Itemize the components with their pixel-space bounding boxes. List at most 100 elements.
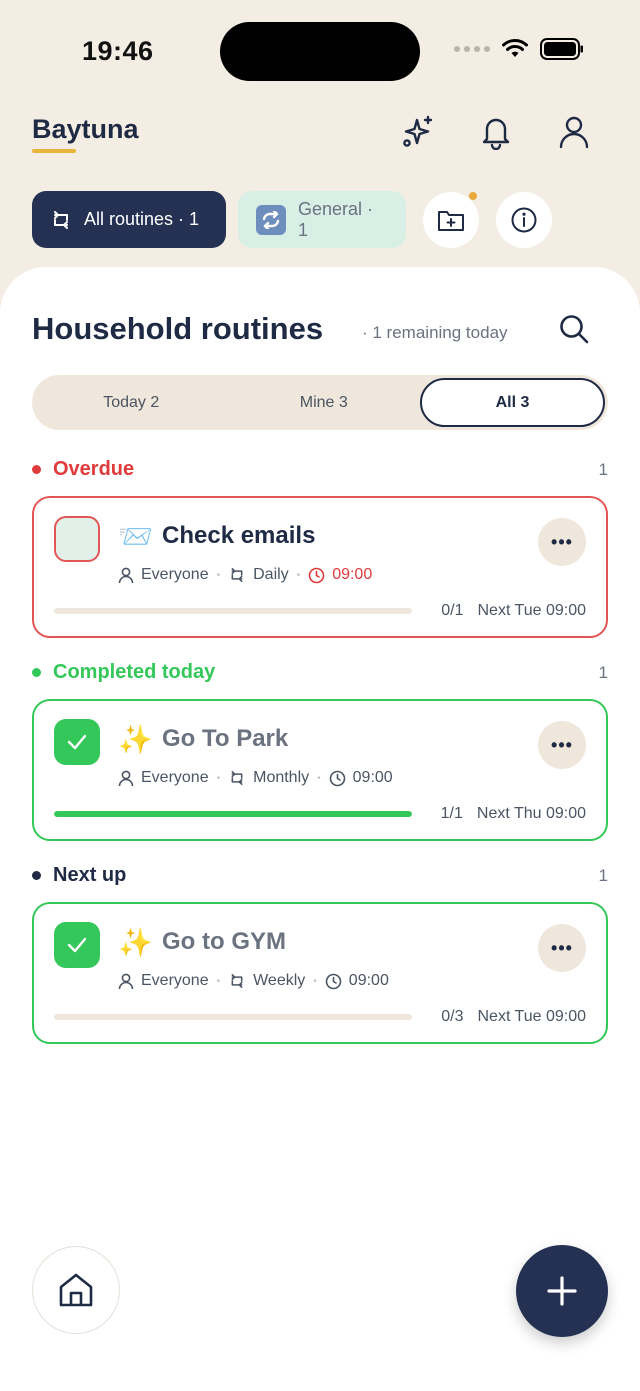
user-icon [559,116,589,149]
search-icon [560,315,589,344]
section-dot [32,465,41,474]
signal-icon [454,46,490,52]
routines-sheet: Household routines · 1 remaining today T… [0,267,640,1391]
status-icons [454,38,584,60]
folder-plus-icon [438,210,464,231]
routine-assignee: Everyone [141,566,209,583]
routine-meta: Everyone • Weekly • 09:00 [118,972,389,990]
home-button[interactable] [32,1246,120,1334]
next-occurrence: Next Tue 09:00 [477,1008,586,1025]
routine-time: 09:00 [348,972,389,989]
repeat-icon [54,210,68,229]
routine-progress: 0/1 Next Tue 09:00 [441,602,586,620]
filter-segment: Today 2 Mine 3 All 3 [32,375,608,430]
progress-count: 0/1 [441,602,464,619]
battery-icon [540,38,583,60]
section-dot [32,668,41,677]
clock-icon [329,770,345,786]
chip-general[interactable]: General · 1 [238,191,406,248]
routine-card-check-emails[interactable]: 📨 Check emails ••• Everyone • Daily • 09… [32,496,608,638]
tab-today[interactable]: Today 2 [35,378,228,427]
info-button[interactable] [496,191,552,248]
routine-meta: Everyone • Daily • 09:00 [118,566,372,584]
routine-frequency: Monthly [253,769,310,786]
section-count: 1 [598,459,608,479]
routine-progress: 0/3 Next Tue 09:00 [441,1008,586,1026]
page-title: Household routines [32,311,324,346]
plus-icon [547,1276,577,1306]
progress-bar [54,1014,412,1020]
more-options-button[interactable]: ••• [538,721,586,769]
info-icon [511,207,537,232]
routine-checkbox[interactable] [54,719,100,765]
routine-card-go-to-gym[interactable]: ✨ Go to GYM ••• Everyone • Weekly • 09:0… [32,902,608,1044]
routine-frequency: Weekly [253,972,306,989]
bell-icon [482,118,510,150]
routine-progress: 1/1 Next Thu 09:00 [441,805,586,823]
section-count: 1 [598,662,608,682]
wifi-icon [502,39,528,57]
person-icon [118,770,134,786]
status-bar: 19:46 [0,0,640,100]
more-options-button[interactable]: ••• [538,924,586,972]
routine-emoji: ✨ [118,927,153,958]
routine-name: Go to GYM [162,928,286,955]
section-count: 1 [598,865,608,885]
profile-button[interactable] [554,112,594,152]
section-dot [32,871,41,880]
repeat-emoji-icon [256,204,286,235]
notifications-button[interactable] [476,112,516,152]
remaining-count: · 1 remaining today [362,323,508,342]
routine-time: 09:00 [332,566,373,583]
clock-icon [325,973,342,989]
routine-emoji: ✨ [118,724,153,755]
repeat-icon [231,568,243,582]
add-routine-button[interactable] [516,1245,608,1337]
section-label: Overdue [53,458,135,480]
new-folder-button[interactable] [423,191,479,248]
more-options-button[interactable]: ••• [538,518,586,566]
dynamic-island [220,22,420,81]
routine-assignee: Everyone [141,972,209,989]
progress-count: 0/3 [441,1008,464,1025]
routine-name: Go To Park [162,725,289,752]
notification-dot [469,191,477,200]
sparkles-icon [403,115,433,147]
section-completed-today: Completed today 1 [32,661,608,684]
progress-bar [54,608,412,614]
routine-lists: All routines · 1 General · 1 [32,191,552,248]
repeat-icon [231,771,243,785]
brand-title: Baytuna [32,114,139,144]
chip-general-label: General · 1 [297,198,374,240]
repeat-icon [231,974,243,988]
routine-meta: Everyone • Monthly • 09:00 [118,769,393,787]
brand-underline [32,149,76,153]
home-icon [59,1273,93,1307]
routine-checkbox[interactable] [54,516,100,562]
routine-checkbox[interactable] [54,922,100,968]
routine-frequency: Daily [253,566,289,583]
routine-name: Check emails [162,522,316,549]
routine-time: 09:00 [352,769,393,786]
tab-all[interactable]: All 3 [420,378,605,427]
header-actions [398,112,594,152]
search-button[interactable] [558,313,590,345]
progress-bar [54,811,412,817]
routine-card-go-to-park[interactable]: ✨ Go To Park ••• Everyone • Monthly • 09… [32,699,608,841]
tab-mine[interactable]: Mine 3 [228,378,421,427]
progress-count: 1/1 [440,805,463,822]
person-icon [118,567,134,583]
checkmark-icon [67,937,87,953]
clock-icon [308,567,325,583]
next-occurrence: Next Thu 09:00 [476,805,586,822]
sparkles-button[interactable] [398,112,438,152]
routine-assignee: Everyone [141,769,209,786]
section-next-up: Next up 1 [32,864,608,887]
next-occurrence: Next Tue 09:00 [477,602,586,619]
section-overdue: Overdue 1 [32,458,608,481]
section-label: Next up [53,864,127,886]
section-label: Completed today [53,661,216,683]
chip-all-routines-label: All routines · 1 [84,209,200,229]
person-icon [118,973,134,989]
chip-all-routines[interactable]: All routines · 1 [32,191,226,248]
